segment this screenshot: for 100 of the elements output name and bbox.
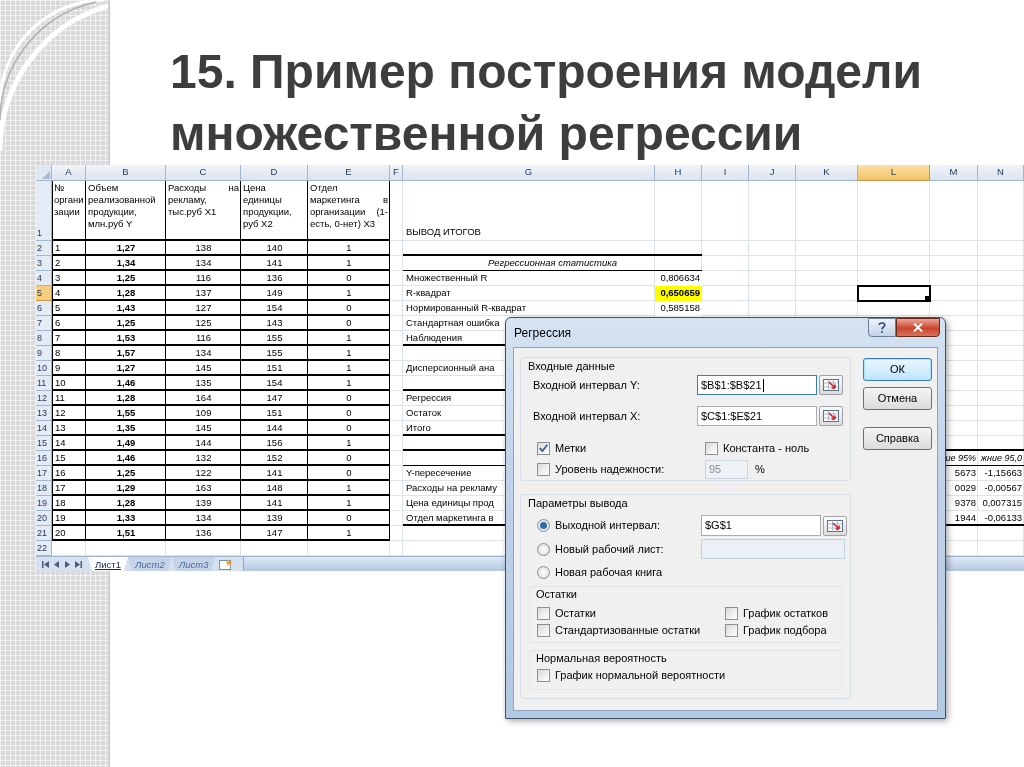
row-header[interactable]: 9: [36, 346, 52, 361]
checkbox[interactable]: [537, 606, 550, 620]
row-header[interactable]: 18: [36, 481, 52, 496]
close-button[interactable]: [896, 318, 940, 337]
table-cell: 1,35: [116, 421, 136, 436]
table-cell: Наблюдения: [406, 331, 463, 346]
checkbox[interactable]: [537, 441, 550, 455]
row-header[interactable]: 2: [36, 241, 52, 256]
table-cell: R-квадрат: [406, 286, 451, 301]
column-header[interactable]: N: [978, 165, 1024, 181]
help-icon: [878, 322, 886, 333]
column-header[interactable]: D: [241, 165, 308, 181]
row-header[interactable]: 10: [36, 361, 52, 376]
first-sheet-icon[interactable]: [41, 560, 49, 568]
row-header[interactable]: 22: [36, 541, 52, 556]
checkbox-label: Остатки: [555, 605, 596, 621]
group-title: Остатки: [536, 587, 577, 601]
help-button[interactable]: [868, 318, 896, 337]
column-header[interactable]: H: [655, 165, 702, 181]
range-select-button[interactable]: [819, 375, 843, 395]
column-header[interactable]: A: [52, 165, 86, 181]
row-header[interactable]: 1: [36, 181, 52, 241]
range-select-button[interactable]: [823, 515, 847, 536]
dialog-button[interactable]: ОК: [863, 358, 932, 381]
table-cell: 134: [195, 346, 212, 361]
table-cell: 134: [195, 256, 212, 271]
dialog-button[interactable]: Отмена: [863, 387, 932, 410]
table-cell: 141: [266, 466, 283, 481]
table-cell: 1,53: [116, 331, 136, 346]
table-cell: 11: [55, 391, 65, 406]
row-header[interactable]: 4: [36, 271, 52, 286]
table-cell: Регрессионная статистика: [488, 256, 617, 271]
row-header[interactable]: 8: [36, 331, 52, 346]
new-sheet-icon[interactable]: [219, 558, 234, 570]
input-field[interactable]: $G$1: [701, 515, 821, 536]
table-cell: 136: [266, 271, 283, 286]
radio-button[interactable]: [537, 519, 550, 532]
column-header[interactable]: J: [749, 165, 796, 181]
input-field[interactable]: $B$1:$B$21: [697, 375, 817, 395]
row-header[interactable]: 19: [36, 496, 52, 511]
table-cell: 1,29: [116, 481, 136, 496]
table-cell: 152: [266, 451, 283, 466]
next-sheet-icon[interactable]: [64, 560, 70, 568]
row-header[interactable]: 3: [36, 256, 52, 271]
sheet-tab[interactable]: Лист1: [88, 557, 128, 571]
column-header[interactable]: B: [86, 165, 166, 181]
row-header[interactable]: 11: [36, 376, 52, 391]
table-cell: 145: [195, 361, 212, 376]
row-header[interactable]: 21: [36, 526, 52, 541]
radio-button[interactable]: [537, 565, 550, 579]
column-header[interactable]: F: [390, 165, 403, 181]
radio-label: Выходной интервал:: [555, 518, 660, 534]
checkmark-icon: [539, 444, 548, 452]
table-cell: 1: [346, 241, 352, 256]
checkbox[interactable]: [537, 668, 550, 682]
sheet-tab[interactable]: Лист3: [171, 557, 216, 571]
last-sheet-icon[interactable]: [75, 560, 83, 568]
row-header[interactable]: 20: [36, 511, 52, 526]
column-header[interactable]: C: [166, 165, 241, 181]
table-cell: 2: [55, 256, 61, 271]
dialog-button[interactable]: Справка: [863, 427, 932, 450]
table-cell: 144: [266, 421, 283, 436]
table-cell: ВЫВОД ИТОГОВ: [406, 224, 481, 239]
row-header[interactable]: 5: [36, 286, 52, 301]
table-cell: 1: [346, 361, 352, 376]
table-cell: 141: [266, 256, 283, 271]
row-header[interactable]: 14: [36, 421, 52, 436]
row-header[interactable]: 12: [36, 391, 52, 406]
row-header[interactable]: 13: [36, 406, 52, 421]
table-cell: 1,43: [116, 301, 136, 316]
checkbox-label: Уровень надежности:: [555, 461, 665, 477]
column-header[interactable]: K: [796, 165, 858, 181]
range-select-button[interactable]: [819, 406, 843, 426]
previous-sheet-icon[interactable]: [54, 560, 60, 568]
table-cell: 3: [55, 271, 61, 286]
row-header[interactable]: 16: [36, 451, 52, 466]
grid-arrow-icon: [823, 410, 839, 422]
column-header[interactable]: M: [930, 165, 978, 181]
table-cell: 140: [266, 241, 283, 256]
column-header[interactable]: L: [858, 165, 930, 181]
column-header[interactable]: G: [403, 165, 655, 181]
checkbox[interactable]: [725, 623, 738, 637]
close-icon: [913, 323, 923, 332]
table-cell: 1,57: [116, 346, 136, 361]
sheet-tab[interactable]: Лист2: [127, 557, 172, 571]
row-header[interactable]: 7: [36, 316, 52, 331]
checkbox[interactable]: [537, 623, 550, 637]
checkbox[interactable]: [705, 441, 718, 455]
column-header[interactable]: I: [702, 165, 749, 181]
checkbox[interactable]: [537, 462, 550, 476]
row-header[interactable]: 17: [36, 466, 52, 481]
table-cell: 145: [195, 421, 212, 436]
column-header[interactable]: E: [308, 165, 390, 181]
table-cell: 17: [55, 481, 66, 496]
row-header[interactable]: 6: [36, 301, 52, 316]
checkbox[interactable]: [725, 606, 738, 620]
row-header[interactable]: 15: [36, 436, 52, 451]
input-field[interactable]: $C$1:$E$21: [697, 406, 817, 426]
table-cell: 139: [266, 511, 283, 526]
table-cell: 139: [195, 496, 212, 511]
